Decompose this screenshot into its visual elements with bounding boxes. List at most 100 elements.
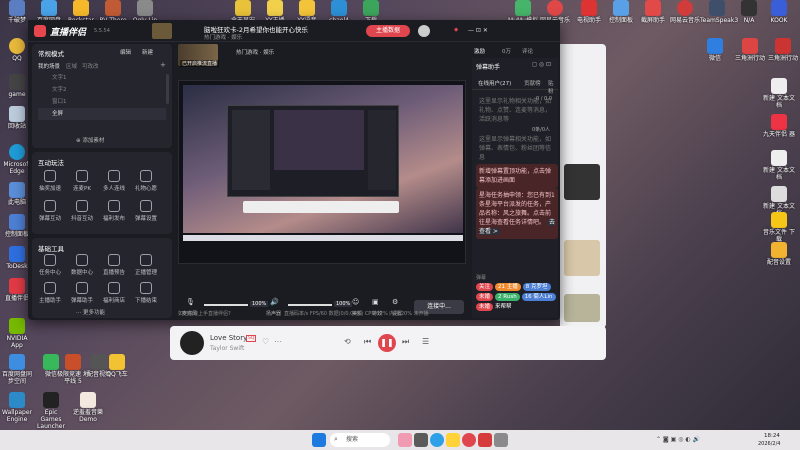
clock-date[interactable]: 2026/2/4 bbox=[758, 441, 780, 447]
desktop-icon[interactable]: 新建 文本文档 bbox=[762, 78, 796, 109]
live-companion-icon[interactable] bbox=[478, 433, 492, 447]
live-companion-window[interactable]: 直播伴侣 5.5.54 脑啦狂欢卡-2月希望你也能开心快乐 热门游戏 · 娱乐 … bbox=[28, 20, 560, 320]
effects-icon[interactable]: ▣ bbox=[372, 298, 379, 306]
speaker-icon[interactable]: 🔊 bbox=[270, 298, 279, 306]
system-tray-icons[interactable]: ⌃ ◙ ▣ ◎ ◐ 🔊 bbox=[656, 436, 700, 443]
tool-streamer-assistant[interactable]: 主播助手 bbox=[36, 282, 64, 304]
desktop-icon[interactable]: TeamSpeak3 bbox=[700, 0, 738, 24]
more-tools-button[interactable]: ··· 更多功能 bbox=[76, 308, 105, 316]
source-item[interactable]: 文字1 bbox=[38, 72, 166, 84]
scene-tab[interactable]: 区域 bbox=[66, 62, 77, 70]
tab-contribution[interactable]: 贡献榜 bbox=[524, 79, 541, 87]
help-link[interactable]: 如何快速上手直播伴侣? bbox=[178, 310, 231, 317]
music-app-icon[interactable] bbox=[462, 433, 476, 447]
tool-multi-link[interactable]: 多人连线 bbox=[100, 170, 128, 192]
next-icon[interactable]: ⏭ bbox=[402, 337, 409, 347]
edge-icon[interactable] bbox=[430, 433, 444, 447]
desktop-icon[interactable]: 电视助手 bbox=[572, 0, 606, 24]
tab-fans[interactable]: 贴粉 bbox=[548, 79, 558, 95]
file-explorer-icon[interactable] bbox=[446, 433, 460, 447]
tool-danmaku-assistant[interactable]: 弹幕助手 bbox=[68, 282, 96, 304]
desktop-icon[interactable]: NVIDIA App bbox=[0, 318, 34, 349]
mic-volume-slider[interactable] bbox=[204, 304, 248, 306]
microphone-icon[interactable]: 🎙 bbox=[186, 298, 195, 306]
desktop-icon[interactable]: 九天伴侣 器 bbox=[762, 114, 796, 138]
add-source-button[interactable]: ⊕ 添加素材 bbox=[76, 136, 104, 144]
playlist-icon[interactable]: ☰ bbox=[422, 337, 429, 346]
desktop-icon[interactable]: Epic Games Launcher bbox=[34, 392, 68, 430]
desktop-icon[interactable]: 逆羞羞音樂Demo bbox=[68, 392, 108, 423]
header-right-label[interactable]: 激励 bbox=[474, 47, 485, 55]
scene-tab[interactable]: 可改改 bbox=[82, 62, 99, 70]
search-box[interactable]: 搜索 bbox=[330, 433, 390, 447]
beauty-icon[interactable]: ☺ bbox=[352, 298, 359, 306]
avatar[interactable] bbox=[418, 25, 430, 37]
menu-icon[interactable]: ◆ bbox=[454, 27, 458, 33]
desktop-icon[interactable]: 百度网盘同步空间 bbox=[0, 354, 34, 385]
taskbar-app-icon[interactable] bbox=[494, 433, 508, 447]
window-controls[interactable]: — ⊡ ✕ bbox=[468, 27, 488, 34]
previous-icon[interactable]: ⏮ bbox=[364, 337, 371, 347]
pause-button[interactable]: ❚❚ bbox=[378, 334, 396, 352]
scene-tab[interactable]: 我的场景 bbox=[38, 62, 60, 70]
tool-task-center[interactable]: 任务中心 bbox=[36, 254, 64, 276]
header-right-label[interactable]: 评论 bbox=[522, 47, 533, 55]
tool-data-center[interactable]: 数据中心 bbox=[68, 254, 96, 276]
mic-volume-value[interactable]: 100% bbox=[250, 301, 269, 307]
like-icon[interactable]: ♡ bbox=[262, 337, 269, 346]
panel-tool-icons[interactable]: ◻ ◎ ⊡ bbox=[532, 61, 551, 68]
tool-danmaku-interact[interactable]: 弹幕互动 bbox=[36, 200, 64, 222]
album-cover[interactable] bbox=[180, 331, 204, 355]
desktop-icon[interactable]: 新建 文本文档 bbox=[762, 150, 796, 181]
preview-canvas[interactable] bbox=[178, 80, 466, 264]
tool-end-stream[interactable]: 下播结束 bbox=[132, 282, 160, 304]
music-player[interactable]: Love Story SQ Taylor Swift ♡ ⋯ ⟲ ⏮ ❚❚ ⏭ … bbox=[170, 326, 606, 360]
desktop-icon[interactable]: Wallpaper Engine bbox=[0, 392, 34, 423]
streamer-data-button[interactable]: 主播数据 bbox=[366, 25, 410, 37]
source-item[interactable]: 窗口1 bbox=[38, 96, 166, 108]
desktop-icon[interactable]: 三角洲行动 bbox=[766, 38, 800, 62]
scene-new-button[interactable]: 新建 bbox=[142, 48, 153, 56]
add-scene-icon[interactable]: + bbox=[160, 61, 166, 69]
tool-pk[interactable]: 连麦PK bbox=[68, 170, 96, 192]
artist-name[interactable]: Taylor Swift bbox=[210, 345, 244, 352]
tool-douyin-interact[interactable]: 抖音互动 bbox=[68, 200, 96, 222]
desktop-icon[interactable]: N/A bbox=[732, 0, 766, 24]
repeat-icon[interactable]: ⟲ bbox=[344, 337, 351, 346]
taskbar-app-icon[interactable] bbox=[398, 433, 412, 447]
header-right-label[interactable]: 0万 bbox=[502, 47, 511, 55]
source-item[interactable]: 全屏 bbox=[38, 108, 166, 120]
tab-online-users[interactable]: 在线用户(27) bbox=[478, 79, 511, 87]
category-tag[interactable]: 热门游戏 · 娱乐 bbox=[204, 33, 242, 41]
source-item[interactable]: 文字2 bbox=[38, 84, 166, 96]
desktop-icon[interactable]: 微信 bbox=[698, 38, 732, 62]
tool-gift-wish[interactable]: 礼物心愿 bbox=[132, 170, 160, 192]
desktop-icon[interactable]: QQ飞车 bbox=[100, 354, 134, 378]
desktop-icon[interactable]: KOOK bbox=[762, 0, 796, 24]
desktop-icon[interactable]: 音乐文件 下载 bbox=[762, 212, 796, 243]
scrollbar[interactable] bbox=[166, 74, 169, 104]
tool-lottery[interactable]: 抽奖加速 bbox=[36, 170, 64, 192]
stream-cover-thumbnail[interactable] bbox=[152, 23, 172, 39]
scene-mode-title[interactable]: 常规模式 bbox=[38, 48, 64, 58]
clock-time[interactable]: 18:24 bbox=[764, 433, 780, 439]
desktop-icon[interactable]: 三角洲行动 bbox=[730, 38, 770, 62]
speaker-volume-slider[interactable] bbox=[288, 304, 332, 306]
more-icon[interactable]: ⋯ bbox=[274, 337, 282, 346]
scene-edit-button[interactable]: 编辑 bbox=[120, 48, 131, 56]
taskbar-app-icon[interactable] bbox=[414, 433, 428, 447]
desktop-icon[interactable]: 控制面板 bbox=[604, 0, 638, 24]
song-title[interactable]: Love Story bbox=[210, 334, 247, 342]
tool-welfare-shop[interactable]: 福利商店 bbox=[100, 282, 128, 304]
start-icon[interactable] bbox=[312, 433, 326, 447]
desktop-icon[interactable]: 截屏助手 bbox=[636, 0, 670, 24]
speaker-volume-value[interactable]: 100% bbox=[334, 301, 353, 307]
background-browser-window[interactable] bbox=[560, 44, 606, 328]
desktop-icon[interactable]: 网易云音乐 bbox=[668, 0, 702, 24]
settings-gear-icon[interactable]: ⚙ bbox=[392, 298, 398, 306]
tool-live-manage[interactable]: 正播管理 bbox=[132, 254, 160, 276]
tool-welfare[interactable]: 福利发布 bbox=[100, 200, 128, 222]
tool-preview[interactable]: 直播预告 bbox=[100, 254, 128, 276]
desktop-icon[interactable]: 配音设置 bbox=[762, 242, 796, 266]
tool-danmaku-settings[interactable]: 弹幕设置 bbox=[132, 200, 160, 222]
